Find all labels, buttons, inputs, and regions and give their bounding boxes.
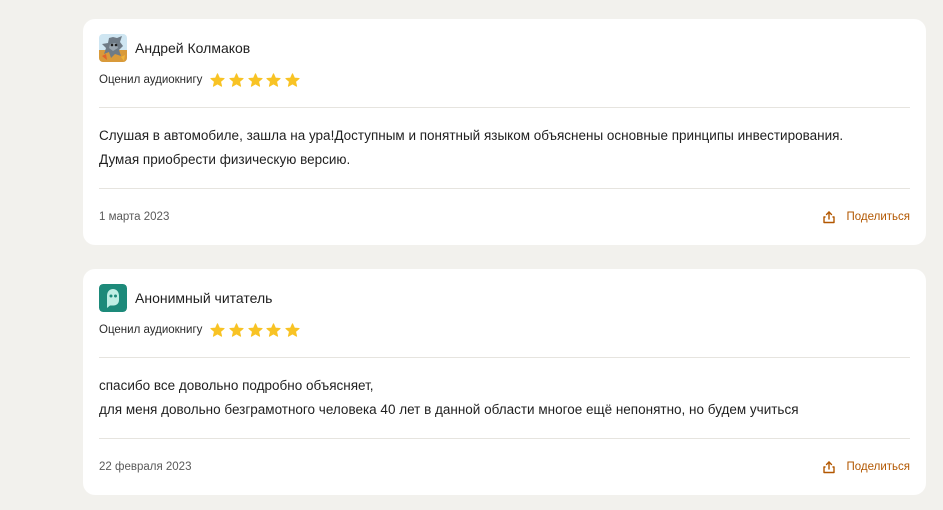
author-name[interactable]: Андрей Колмаков	[135, 40, 250, 56]
star-icon	[229, 72, 244, 88]
star-icon	[229, 322, 244, 338]
star-icon	[210, 322, 226, 338]
review-text-line: Думая приобрести физическую версию.	[99, 152, 351, 167]
star-icon	[247, 322, 263, 338]
rating-row: Оценил аудиокнигу	[99, 71, 303, 89]
review-footer: 22 февраля 2023 Поделиться	[99, 457, 910, 477]
review-text: Слушая в автомобиле, зашла на ура!Доступ…	[99, 124, 910, 172]
review-date: 22 февраля 2023	[99, 461, 192, 473]
review-header: Андрей Колмаков	[99, 33, 250, 63]
ghost-avatar-icon[interactable]	[99, 284, 127, 312]
star-icon	[266, 322, 281, 338]
share-label: Поделиться	[846, 461, 910, 473]
review-text-line: для меня довольно безграмотного человека…	[99, 402, 799, 417]
review-date: 1 марта 2023	[99, 211, 170, 223]
review-text-line: Слушая в автомобиле, зашла на ура!Доступ…	[99, 128, 844, 143]
star-icon	[210, 72, 226, 88]
star-icon	[285, 72, 300, 88]
share-icon	[822, 210, 836, 224]
wolf-avatar-icon[interactable]	[99, 34, 127, 62]
review-text: спасибо все довольно подробно объясняет,…	[99, 374, 910, 422]
star-rating	[210, 322, 303, 338]
star-icon	[247, 72, 263, 88]
share-label: Поделиться	[846, 211, 910, 223]
review-card: Анонимный читатель Оценил аудиокнигу спа…	[83, 269, 926, 495]
share-icon	[822, 460, 836, 474]
review-header: Анонимный читатель	[99, 283, 272, 313]
review-text-line: спасибо все довольно подробно объясняет,	[99, 378, 374, 393]
rating-row: Оценил аудиокнигу	[99, 321, 303, 339]
review-footer: 1 марта 2023 Поделиться	[99, 207, 910, 227]
divider	[99, 107, 910, 108]
divider	[99, 357, 910, 358]
star-icon	[266, 72, 281, 88]
share-button[interactable]: Поделиться	[822, 460, 910, 474]
author-name[interactable]: Анонимный читатель	[135, 290, 272, 306]
rating-label: Оценил аудиокнигу	[99, 74, 203, 86]
divider	[99, 188, 910, 189]
reviews-feed: Андрей Колмаков Оценил аудиокнигу Слушая…	[0, 0, 943, 510]
share-button[interactable]: Поделиться	[822, 210, 910, 224]
divider	[99, 438, 910, 439]
star-icon	[285, 322, 300, 338]
review-card: Андрей Колмаков Оценил аудиокнигу Слушая…	[83, 19, 926, 245]
star-rating	[210, 72, 303, 88]
rating-label: Оценил аудиокнигу	[99, 324, 203, 336]
